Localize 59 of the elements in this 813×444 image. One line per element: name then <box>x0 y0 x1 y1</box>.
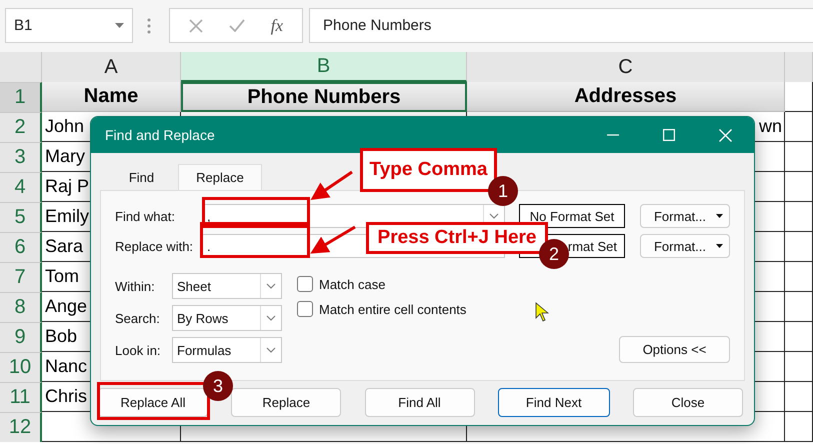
row-header[interactable]: 12 <box>0 412 42 442</box>
dialog-button[interactable]: Replace <box>231 388 342 417</box>
chevron-down-icon[interactable] <box>489 213 499 219</box>
header-cell: Addresses <box>467 82 785 112</box>
caret-icon <box>716 214 723 218</box>
row-header[interactable]: 5 <box>0 202 42 232</box>
row-header[interactable]: 8 <box>0 292 42 322</box>
checkbox-label: Match entire cell contents <box>319 302 466 316</box>
table-cell <box>785 112 813 142</box>
format-preview: No Format Set <box>519 204 625 228</box>
table-cell <box>785 412 813 442</box>
row-header[interactable]: 1 <box>0 82 42 112</box>
column-header[interactable]: C <box>467 52 785 82</box>
option-label: Within: <box>115 278 156 294</box>
chevron-down-icon <box>266 283 276 289</box>
cursor-icon <box>535 302 549 322</box>
maximize-icon[interactable] <box>663 128 675 140</box>
dialog-button[interactable]: Replace All <box>98 388 208 417</box>
formula-field[interactable]: Phone Numbers <box>309 8 813 43</box>
close-icon[interactable] <box>719 128 732 142</box>
tab[interactable]: Replace <box>178 164 262 190</box>
header-cell: Name <box>42 82 181 112</box>
options-button[interactable]: Options << <box>619 336 730 363</box>
row-header[interactable]: 2 <box>0 112 42 142</box>
dropdown-icon[interactable] <box>115 23 124 28</box>
row-header[interactable]: 11 <box>0 382 42 412</box>
name-box[interactable]: B1 <box>5 8 133 43</box>
row-header[interactable]: 10 <box>0 352 42 382</box>
row-header[interactable]: 9 <box>0 322 42 352</box>
table-cell <box>785 82 813 112</box>
dialog-button[interactable]: Find All <box>364 388 474 417</box>
checkbox[interactable] <box>297 301 313 317</box>
dialog-button[interactable]: Close <box>633 388 743 417</box>
row-header[interactable]: 6 <box>0 232 42 262</box>
format-button[interactable]: Format... <box>640 234 730 258</box>
callout-arrow <box>310 226 356 254</box>
caret-icon <box>716 244 723 248</box>
header-cell: Phone Numbers <box>181 82 467 112</box>
checkbox-label: Match case <box>319 276 386 292</box>
row-header[interactable]: 4 <box>0 172 42 202</box>
callout-arrow <box>310 170 353 200</box>
dropdown[interactable]: Sheet <box>172 273 282 299</box>
column-header[interactable]: A <box>42 52 181 82</box>
row-header[interactable]: 3 <box>0 142 42 172</box>
callout-label: Type Comma <box>360 148 497 192</box>
dialog-button[interactable]: Find Next <box>498 388 610 417</box>
check-icon[interactable] <box>228 19 245 32</box>
format-button[interactable]: Format... <box>640 204 730 228</box>
column-header[interactable]: B <box>181 52 467 82</box>
chevron-down-icon <box>266 315 276 321</box>
insert-function-button[interactable]: fx <box>270 16 284 36</box>
field-label: Find what: <box>115 208 176 224</box>
more-icon <box>147 18 151 34</box>
row-header[interactable]: 7 <box>0 262 42 292</box>
checkbox[interactable] <box>297 276 313 292</box>
callout-label: Press Ctrl+J Here <box>366 222 548 254</box>
chevron-down-icon <box>266 347 276 353</box>
dropdown[interactable]: By Rows <box>172 305 282 331</box>
dropdown[interactable]: Formulas <box>172 337 282 363</box>
